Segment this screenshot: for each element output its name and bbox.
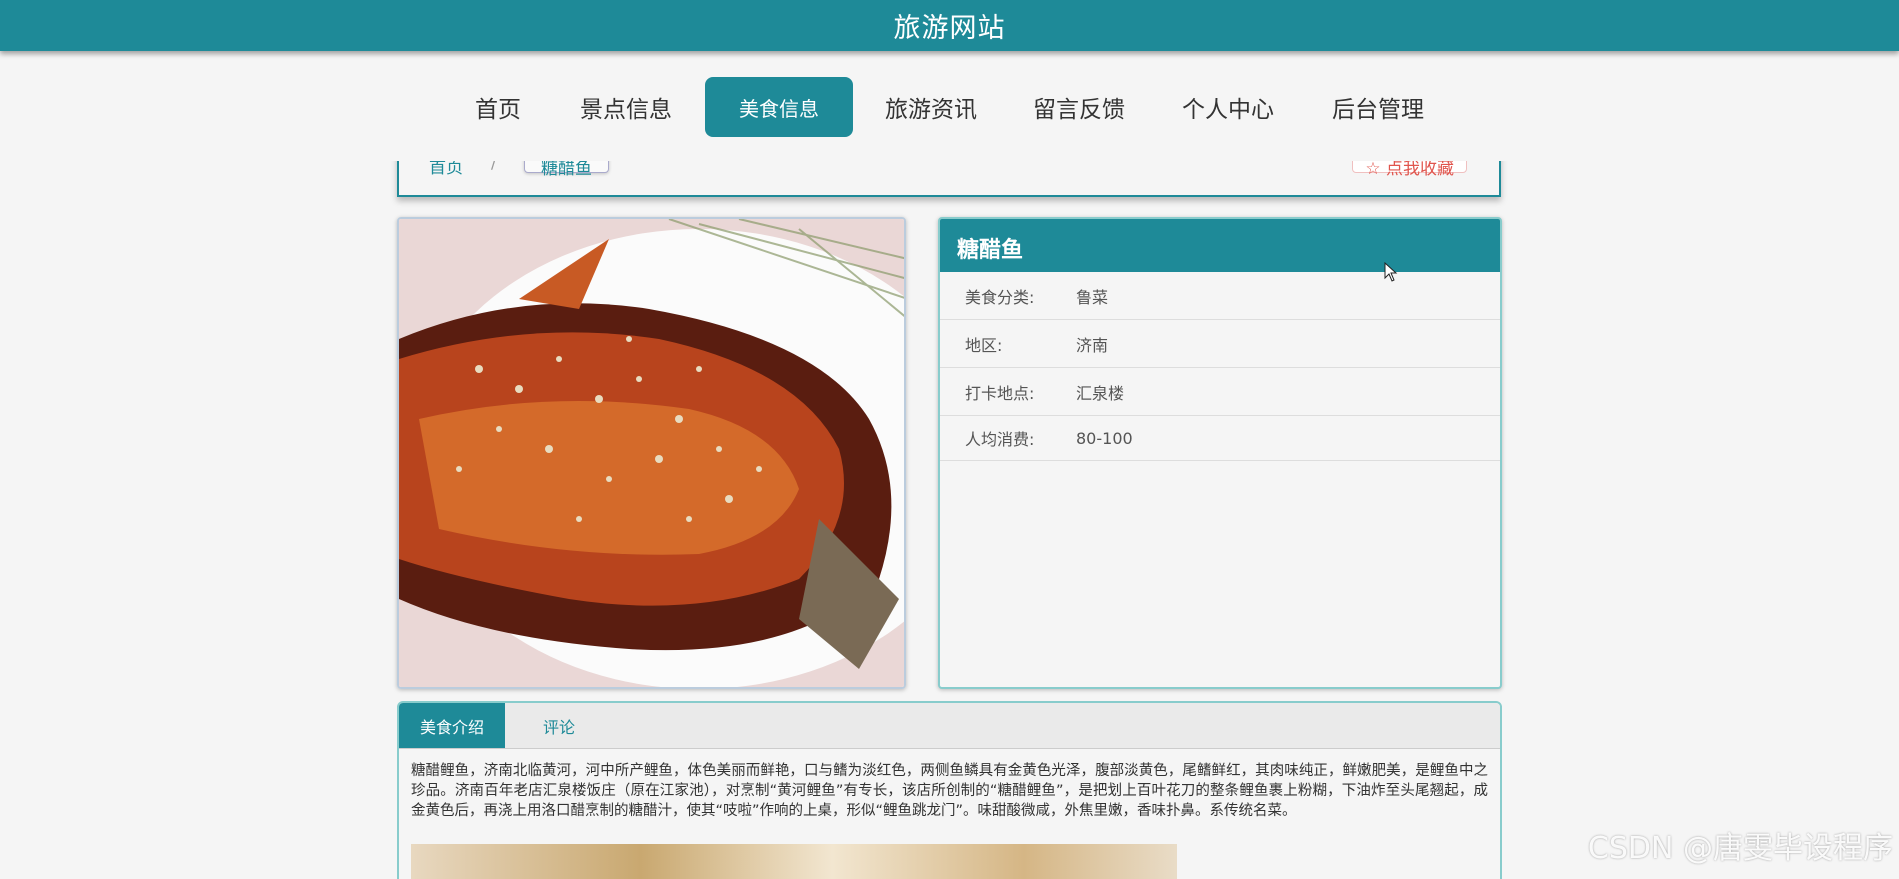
info-row-category: 美食分类: 鲁菜 [940, 272, 1500, 320]
nav-item-home[interactable]: 首页 [462, 77, 534, 137]
info-value: 汇泉楼 [1076, 383, 1125, 403]
food-name: 糖醋鱼 [940, 219, 1500, 272]
info-key: 人均消费: [965, 430, 1035, 449]
watermark: CSDN @唐雯毕设程序 [1587, 831, 1893, 866]
detail-tabs-card: 美食介绍 评论 糖醋鲤鱼，济南北临黄河，河中所产鲤鱼，体色美丽而鲜艳，口与鳍为淡… [397, 701, 1502, 879]
site-header: 旅游网站 [0, 0, 1899, 51]
site-title: 旅游网站 [893, 13, 1006, 44]
info-key: 打卡地点: [965, 383, 1035, 403]
tab-comments[interactable]: 评论 [519, 703, 599, 748]
info-key: 地区: [965, 335, 1003, 355]
food-info-card: 糖醋鱼 美食分类: 鲁菜 地区: 济南 打卡地点: 汇泉楼 人均消费: 80-1… [938, 217, 1502, 689]
info-value: 80-100 [1076, 428, 1133, 448]
main-nav: 首页 景点信息 美食信息 旅游资讯 留言反馈 个人中心 后台管理 [0, 51, 1899, 161]
nav-item-feedback[interactable]: 留言反馈 [1023, 77, 1135, 137]
nav-item-admin[interactable]: 后台管理 [1322, 77, 1434, 137]
info-row-price: 人均消费: 80-100 [940, 416, 1500, 461]
info-value: 济南 [1076, 335, 1109, 355]
info-row-location: 打卡地点: 汇泉楼 [940, 368, 1500, 416]
nav-item-news[interactable]: 旅游资讯 [875, 77, 987, 137]
nav-item-profile[interactable]: 个人中心 [1172, 77, 1284, 137]
nav-item-food[interactable]: 美食信息 [705, 77, 853, 137]
description-image [411, 844, 1177, 879]
info-row-region: 地区: 济南 [940, 320, 1500, 368]
info-key: 美食分类: [965, 287, 1035, 307]
tab-bar: 美食介绍 评论 [399, 703, 1500, 749]
food-description: 糖醋鲤鱼，济南北临黄河，河中所产鲤鱼，体色美丽而鲜艳，口与鳍为淡红色，两侧鱼鳞具… [411, 763, 1488, 819]
food-image [397, 217, 906, 689]
info-value: 鲁菜 [1076, 287, 1109, 307]
mouse-cursor-icon [1384, 262, 1398, 282]
food-photo-icon [399, 219, 904, 687]
nav-item-attractions[interactable]: 景点信息 [570, 77, 682, 137]
tab-introduction[interactable]: 美食介绍 [399, 703, 505, 748]
